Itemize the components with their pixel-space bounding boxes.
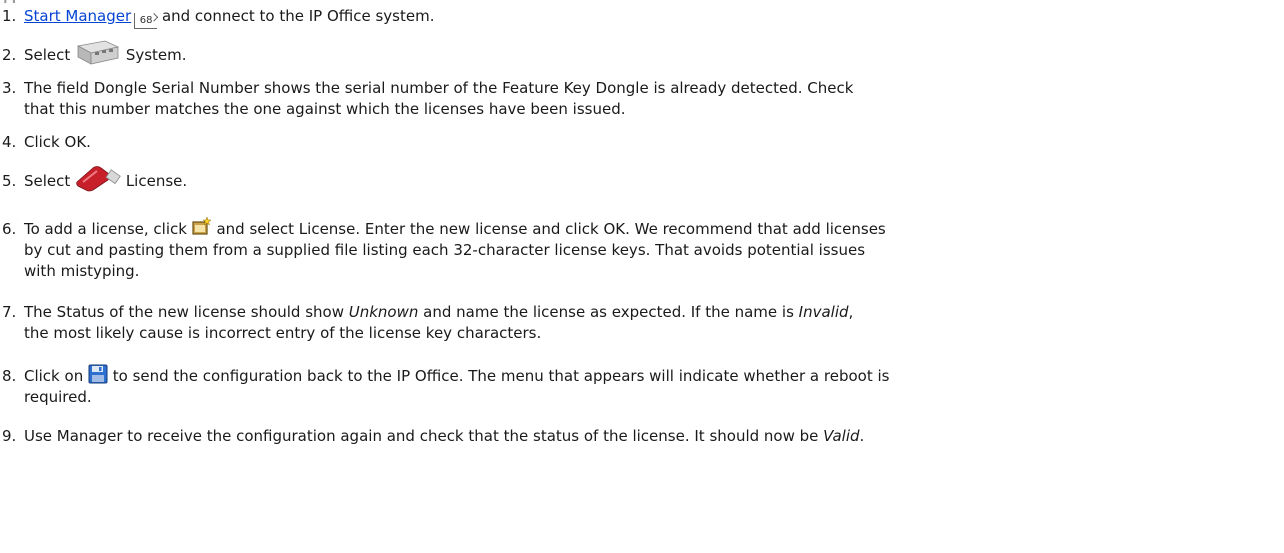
step-number: 9. bbox=[2, 427, 17, 445]
page-xref[interactable]: 68 bbox=[134, 13, 158, 29]
step-5: 5. Select License. bbox=[2, 162, 1272, 192]
status-invalid: Invalid bbox=[798, 303, 849, 321]
step-9: 9. Use Manager to receive the configurati… bbox=[2, 427, 865, 445]
status-unknown: Unknown bbox=[348, 303, 419, 321]
status-valid: Valid bbox=[823, 427, 860, 445]
step-8: 8. Click on to send the configuration bac… bbox=[2, 364, 1272, 408]
system-unit-icon bbox=[75, 38, 121, 66]
step-number: 3. bbox=[2, 79, 17, 97]
step-number: 5. bbox=[2, 172, 17, 190]
new-record-icon[interactable] bbox=[192, 216, 212, 236]
license-key-icon bbox=[75, 162, 121, 192]
step-1: 1. Start Manager 68 and connect to the IP … bbox=[2, 6, 1272, 29]
step-3: 3. The field Dongle Serial Number shows t… bbox=[2, 79, 854, 118]
step-number: 1. bbox=[2, 7, 17, 25]
step-number: 2. bbox=[2, 46, 17, 64]
step-number: 7. bbox=[2, 303, 17, 321]
step-7: 7. The Status of the new license should s… bbox=[2, 303, 854, 342]
step-number: 6. bbox=[2, 220, 17, 238]
step-number: 8. bbox=[2, 367, 17, 385]
start-manager-link[interactable]: Start Manager bbox=[24, 7, 131, 25]
step-6: 6. To add a license, click and select Lic… bbox=[2, 216, 1272, 282]
step-number: 4. bbox=[2, 133, 17, 151]
step-text: and connect to the IP Office system. bbox=[157, 7, 435, 25]
step-4: 4. Click OK. bbox=[2, 133, 91, 151]
step-2: 2. Select System. bbox=[2, 38, 1272, 66]
save-icon[interactable] bbox=[88, 364, 108, 384]
heading-fragment: g bbox=[3, 0, 17, 3]
